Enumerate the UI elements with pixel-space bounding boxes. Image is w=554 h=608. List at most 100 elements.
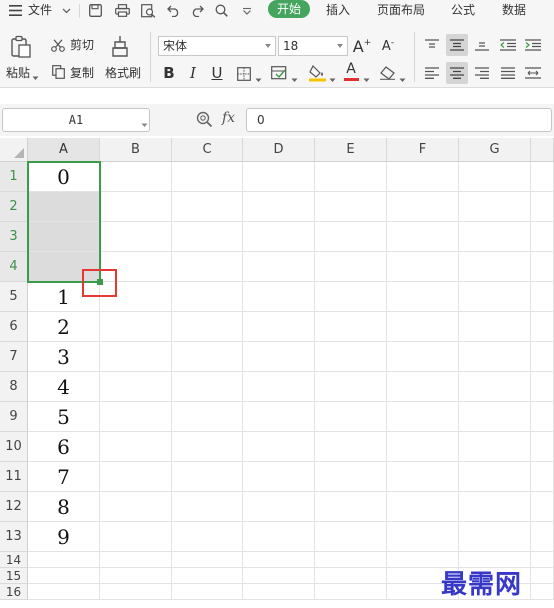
cell-c13[interactable] — [172, 522, 243, 552]
row-header-3[interactable]: 3 — [0, 222, 28, 252]
row-header-9[interactable]: 9 — [0, 402, 28, 432]
cell-f4[interactable] — [387, 252, 459, 282]
cell-a12[interactable]: 8 — [28, 492, 100, 522]
fx-insert-function-button[interactable]: fx — [222, 110, 235, 126]
cell-g9[interactable] — [459, 402, 531, 432]
cell-h7[interactable] — [531, 342, 554, 372]
cell-d6[interactable] — [243, 312, 315, 342]
cell-d15[interactable] — [243, 568, 315, 584]
cell-f10[interactable] — [387, 432, 459, 462]
cell-g3[interactable] — [459, 222, 531, 252]
row-header-7[interactable]: 7 — [0, 342, 28, 372]
cell-g5[interactable] — [459, 282, 531, 312]
cell-e13[interactable] — [315, 522, 387, 552]
cell-f1[interactable] — [387, 162, 459, 192]
cell-d2[interactable] — [243, 192, 315, 222]
cell-c7[interactable] — [172, 342, 243, 372]
paste-icon[interactable] — [8, 34, 34, 60]
row-header-8[interactable]: 8 — [0, 372, 28, 402]
format-painter-icon[interactable] — [111, 34, 133, 58]
cell-f13[interactable] — [387, 522, 459, 552]
cell-c16[interactable] — [172, 584, 243, 600]
tab-page-layout[interactable]: 页面布局 — [377, 0, 425, 22]
cell-d7[interactable] — [243, 342, 315, 372]
cell-b9[interactable] — [100, 402, 172, 432]
cell-d3[interactable] — [243, 222, 315, 252]
cell-h5[interactable] — [531, 282, 554, 312]
cell-c2[interactable] — [172, 192, 243, 222]
cell-g6[interactable] — [459, 312, 531, 342]
cell-f6[interactable] — [387, 312, 459, 342]
clear-format-chevron-icon[interactable] — [399, 72, 406, 82]
cell-d1[interactable] — [243, 162, 315, 192]
cell-c3[interactable] — [172, 222, 243, 252]
spreadsheet-grid[interactable]: ABCDEFG 1 2 3 4 5 6 7 8 9 10 11 12 13 14 15 16 01234567… — [0, 138, 554, 608]
format-painter-button[interactable]: 格式刷 — [105, 66, 141, 80]
cell-g8[interactable] — [459, 372, 531, 402]
underline-button[interactable]: U — [206, 62, 228, 84]
cell-g10[interactable] — [459, 432, 531, 462]
cell-e8[interactable] — [315, 372, 387, 402]
cell-e15[interactable] — [315, 568, 387, 584]
cell-style-icon[interactable] — [270, 65, 288, 81]
cell-b7[interactable] — [100, 342, 172, 372]
align-left-button[interactable] — [421, 62, 443, 84]
cell-c5[interactable] — [172, 282, 243, 312]
font-size-select[interactable]: 18 — [278, 36, 348, 56]
cell-d16[interactable] — [243, 584, 315, 600]
cell-f12[interactable] — [387, 492, 459, 522]
row-header-2[interactable]: 2 — [0, 192, 28, 222]
redo-icon[interactable] — [189, 2, 205, 19]
cell-f7[interactable] — [387, 342, 459, 372]
distributed-align-button[interactable] — [522, 62, 544, 84]
cell-h8[interactable] — [531, 372, 554, 402]
row-header-5[interactable]: 5 — [0, 282, 28, 312]
cell-g1[interactable] — [459, 162, 531, 192]
cell-b10[interactable] — [100, 432, 172, 462]
cell-h10[interactable] — [531, 432, 554, 462]
cell-h14[interactable] — [531, 552, 554, 568]
cell-e11[interactable] — [315, 462, 387, 492]
cell-e16[interactable] — [315, 584, 387, 600]
cell-d9[interactable] — [243, 402, 315, 432]
row-header-6[interactable]: 6 — [0, 312, 28, 342]
cell-h4[interactable] — [531, 252, 554, 282]
cell-b8[interactable] — [100, 372, 172, 402]
name-box[interactable]: A1 — [2, 108, 150, 132]
align-right-button[interactable] — [471, 62, 493, 84]
file-menu[interactable]: 文件 — [28, 0, 52, 22]
decrease-indent-button[interactable] — [497, 34, 519, 56]
cell-e3[interactable] — [315, 222, 387, 252]
cell-c8[interactable] — [172, 372, 243, 402]
cell-b16[interactable] — [100, 584, 172, 600]
align-top-button[interactable] — [421, 34, 443, 56]
align-center-button[interactable] — [446, 62, 468, 84]
cell-d4[interactable] — [243, 252, 315, 282]
formula-input[interactable]: 0 — [246, 108, 552, 132]
cell-c12[interactable] — [172, 492, 243, 522]
cell-b12[interactable] — [100, 492, 172, 522]
cell-f2[interactable] — [387, 192, 459, 222]
cell-h12[interactable] — [531, 492, 554, 522]
row-header-11[interactable]: 11 — [0, 462, 28, 492]
cell-c4[interactable] — [172, 252, 243, 282]
cell-d12[interactable] — [243, 492, 315, 522]
cell-b2[interactable] — [100, 192, 172, 222]
column-header-f[interactable]: F — [387, 138, 459, 162]
cell-h2[interactable] — [531, 192, 554, 222]
undo-icon[interactable] — [165, 2, 181, 19]
cell-a7[interactable]: 3 — [28, 342, 100, 372]
cut-button[interactable]: 剪切 — [70, 38, 94, 52]
cell-f3[interactable] — [387, 222, 459, 252]
increase-indent-button[interactable] — [522, 34, 544, 56]
cell-a16[interactable] — [28, 584, 100, 600]
cell-d11[interactable] — [243, 462, 315, 492]
cell-d8[interactable] — [243, 372, 315, 402]
zoom-search-icon[interactable] — [196, 111, 214, 129]
cell-b14[interactable] — [100, 552, 172, 568]
cell-e5[interactable] — [315, 282, 387, 312]
row-header-10[interactable]: 10 — [0, 432, 28, 462]
column-header-a[interactable]: A — [28, 138, 100, 162]
cell-g7[interactable] — [459, 342, 531, 372]
clear-format-icon[interactable] — [378, 65, 396, 81]
